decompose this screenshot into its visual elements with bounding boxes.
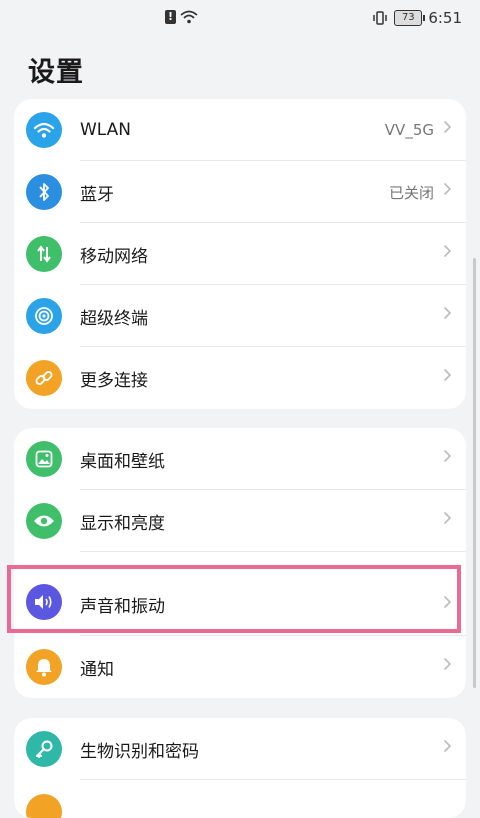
alert-icon: !	[165, 10, 176, 24]
settings-item-super-device[interactable]: 超级终端	[14, 285, 466, 347]
battery-icon: 73	[394, 10, 426, 26]
chevron-right-icon	[443, 306, 452, 320]
settings-group-security: 生物识别和密码	[14, 718, 466, 818]
settings-item-label: 超级终端	[80, 308, 148, 329]
link-icon	[26, 360, 62, 396]
settings-group-display: 桌面和壁纸 显示和亮度 声音和振动 通知	[14, 428, 466, 698]
settings-item-home-wallpaper[interactable]: 桌面和壁纸	[14, 428, 466, 490]
settings-item-label: 更多连接	[80, 370, 148, 391]
eye-icon	[26, 503, 62, 539]
settings-item-value: VV_5G	[384, 121, 434, 139]
settings-group-connectivity: WLAN VV_5G 蓝牙 已关闭 移动网络 超级终端 更多连接	[14, 99, 466, 409]
page-title: 设置	[28, 57, 84, 88]
chevron-right-icon	[443, 739, 452, 753]
status-bar: ! 73 6:51	[0, 0, 480, 36]
settings-icon	[26, 794, 62, 818]
settings-item-bluetooth[interactable]: 蓝牙 已关闭	[14, 161, 466, 223]
bell-icon	[26, 649, 62, 685]
settings-item-notifications[interactable]: 通知	[14, 636, 466, 698]
wifi-icon	[26, 112, 62, 148]
settings-item-label: 桌面和壁纸	[80, 451, 165, 472]
chevron-right-icon	[443, 182, 452, 196]
settings-item-label: WLAN	[80, 120, 132, 140]
wallpaper-icon	[26, 441, 62, 477]
settings-item-more-connections[interactable]: 更多连接	[14, 347, 466, 409]
settings-item-next[interactable]	[14, 780, 466, 818]
chevron-right-icon	[443, 368, 452, 382]
bluetooth-icon	[26, 174, 62, 210]
chevron-right-icon	[443, 511, 452, 525]
volume-icon	[26, 584, 62, 620]
chevron-right-icon	[443, 449, 452, 463]
wifi-status-icon	[180, 10, 198, 24]
super-device-icon	[26, 298, 62, 334]
settings-item-label: 显示和亮度	[80, 513, 165, 534]
vibrate-icon	[373, 11, 388, 25]
chevron-right-icon	[443, 244, 452, 258]
chevron-right-icon	[443, 595, 452, 609]
settings-item-biometrics-password[interactable]: 生物识别和密码	[14, 718, 466, 780]
settings-item-mobile-network[interactable]: 移动网络	[14, 223, 466, 285]
settings-item-label: 声音和振动	[80, 597, 165, 617]
settings-item-value: 已关闭	[388, 183, 434, 202]
scrollbar[interactable]	[473, 258, 476, 688]
settings-item-label: 蓝牙	[80, 184, 114, 205]
chevron-right-icon	[443, 120, 452, 134]
mobile-data-icon	[26, 236, 62, 272]
settings-item-label: 通知	[80, 659, 114, 680]
settings-item-label: 移动网络	[80, 246, 148, 267]
settings-item-label: 生物识别和密码	[80, 741, 199, 762]
clock: 6:51	[428, 9, 462, 27]
key-icon	[26, 731, 62, 767]
settings-item-wlan[interactable]: WLAN VV_5G	[14, 99, 466, 161]
chevron-right-icon	[443, 657, 452, 671]
settings-item-sound-vibration[interactable]: 声音和振动	[14, 552, 466, 636]
settings-item-display-brightness[interactable]: 显示和亮度	[14, 490, 466, 552]
